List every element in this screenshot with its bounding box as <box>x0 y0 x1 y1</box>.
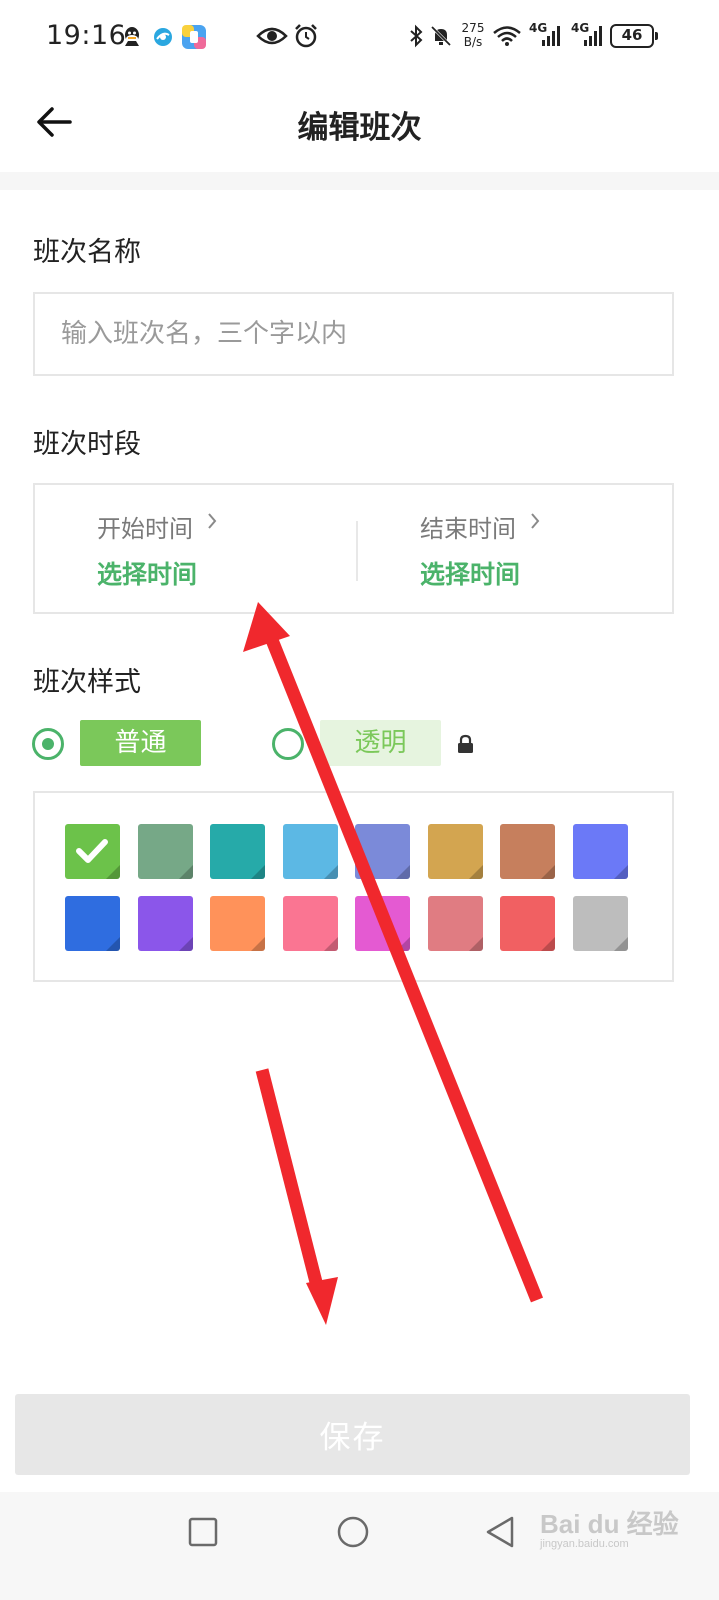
save-button[interactable]: 保存 <box>15 1394 690 1475</box>
lock-icon <box>458 734 473 753</box>
home-icon[interactable] <box>333 1512 373 1552</box>
swatch-corner <box>541 937 555 951</box>
swatch-corner <box>323 865 338 879</box>
end-time-value: 选择时间 <box>420 560 521 589</box>
net-speed-unit: B/s <box>463 35 483 49</box>
swatch-corner <box>468 865 483 879</box>
color-palette <box>33 791 674 982</box>
style-option-transparent[interactable]: 透明 <box>320 720 441 766</box>
color-swatch[interactable] <box>210 824 265 879</box>
header-divider <box>0 172 719 190</box>
shift-time-label: 班次时段 <box>33 429 141 460</box>
status-bar: 19:16 275 B/s 4G 4G 46 <box>0 0 719 72</box>
color-swatch[interactable] <box>572 896 628 951</box>
swatch-corner <box>251 937 265 951</box>
end-time-picker[interactable]: 结束时间 选择时间 <box>388 485 648 612</box>
alarm-icon <box>295 24 317 48</box>
browser-icon <box>154 28 172 46</box>
color-swatch[interactable] <box>65 896 120 951</box>
color-swatch[interactable] <box>500 896 555 951</box>
net-speed-value: 275 <box>461 21 485 35</box>
radio-transparent[interactable] <box>272 728 304 760</box>
color-swatch[interactable] <box>427 896 483 951</box>
shift-name-input[interactable] <box>33 292 674 376</box>
watermark-text: Bai du 经验 <box>540 1509 679 1539</box>
start-time-picker[interactable]: 开始时间 选择时间 <box>65 485 325 612</box>
chevron-right-icon <box>208 513 217 529</box>
color-swatch[interactable] <box>355 896 410 951</box>
style-options: 普通 透明 <box>30 716 690 772</box>
style-option-normal[interactable]: 普通 <box>80 720 201 766</box>
color-swatch[interactable] <box>65 824 120 879</box>
baidu-watermark: Bai du 经验 jingyan.baidu.com <box>540 1500 700 1550</box>
mute-bell-icon <box>430 25 452 47</box>
color-swatch[interactable] <box>427 824 483 879</box>
color-swatch[interactable] <box>572 824 628 879</box>
back-triangle-icon[interactable] <box>481 1512 521 1552</box>
color-swatch[interactable] <box>355 824 410 879</box>
recent-apps-icon[interactable] <box>183 1512 223 1552</box>
app-header: 编辑班次 <box>0 72 719 172</box>
battery-icon: 46 <box>610 24 658 48</box>
color-swatch[interactable] <box>137 896 193 951</box>
color-swatch[interactable] <box>282 896 338 951</box>
radio-normal[interactable] <box>32 728 64 760</box>
swatch-corner <box>106 865 120 879</box>
page-title: 编辑班次 <box>297 110 422 146</box>
color-swatch[interactable] <box>500 824 555 879</box>
color-swatch[interactable] <box>282 824 338 879</box>
wifi-icon <box>493 26 521 46</box>
swatch-corner <box>178 937 193 951</box>
start-time-value: 选择时间 <box>97 560 198 589</box>
checkmark-icon <box>76 839 108 863</box>
app-icon <box>182 25 206 49</box>
start-time-label: 开始时间 <box>97 515 193 543</box>
bluetooth-icon <box>410 24 423 48</box>
swatch-corner <box>396 937 410 951</box>
swatch-corner <box>396 865 410 879</box>
end-time-label: 结束时间 <box>420 515 516 543</box>
color-swatch[interactable] <box>137 824 193 879</box>
swatch-corner <box>323 937 338 951</box>
annotation-arrow-down <box>255 1068 338 1325</box>
color-swatch[interactable] <box>210 896 265 951</box>
shift-style-label: 班次样式 <box>33 667 141 698</box>
qq-icon <box>125 27 139 46</box>
swatch-corner <box>468 937 483 951</box>
status-time: 19:16 <box>46 20 127 51</box>
eye-icon <box>256 27 288 45</box>
signal-icon <box>542 26 560 46</box>
watermark-url: jingyan.baidu.com <box>540 1538 629 1550</box>
swatch-corner <box>613 865 628 879</box>
shift-time-box: 开始时间 选择时间 结束时间 选择时间 <box>33 483 674 614</box>
shift-name-label: 班次名称 <box>33 237 141 268</box>
swatch-corner <box>541 865 555 879</box>
signal-icon <box>584 26 602 46</box>
chevron-right-icon <box>531 513 540 529</box>
swatch-corner <box>613 937 628 951</box>
swatch-corner <box>251 865 265 879</box>
time-separator <box>356 521 358 581</box>
swatch-corner <box>106 937 120 951</box>
swatch-corner <box>178 865 193 879</box>
